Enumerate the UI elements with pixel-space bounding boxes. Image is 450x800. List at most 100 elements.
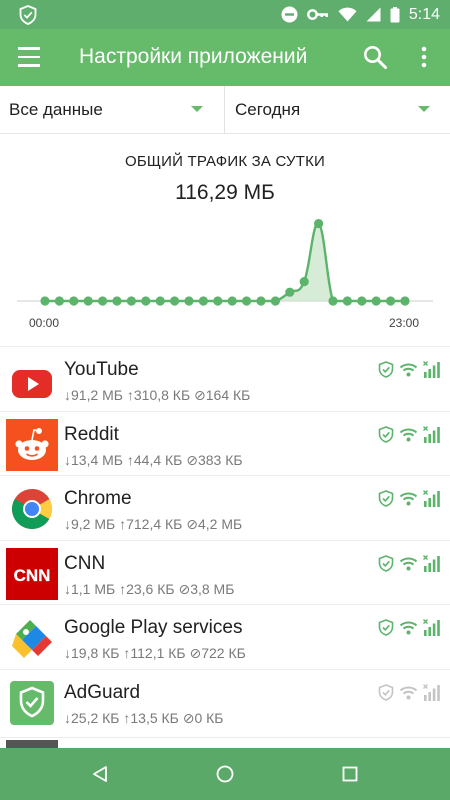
traffic-plot xyxy=(17,218,433,306)
app-list: YouTube ↓91,2 МБ ↑310,8 КБ ⊘164 КБ Reddi… xyxy=(0,346,450,734)
more-options-icon[interactable] xyxy=(419,46,429,68)
menu-icon[interactable] xyxy=(18,45,44,69)
app-name: CNN xyxy=(64,552,106,574)
x-axis-start-label: 00:00 xyxy=(29,316,60,330)
shield-icon[interactable] xyxy=(378,490,394,508)
chart-point xyxy=(256,296,266,306)
wifi-icon[interactable] xyxy=(399,427,418,442)
chart-point xyxy=(342,296,352,306)
app-traffic-stats: ↓9,2 МБ ↑712,4 КБ ⊘4,2 МБ xyxy=(64,516,243,533)
filter-bar: Все данные Сегодня xyxy=(0,86,450,134)
status-bar: 5:14 xyxy=(0,0,450,29)
recents-icon[interactable] xyxy=(341,765,359,783)
back-icon[interactable] xyxy=(91,765,109,783)
adguard-status-icon xyxy=(19,5,37,25)
wifi-icon[interactable] xyxy=(399,620,418,635)
mobile-data-icon[interactable] xyxy=(423,554,441,572)
chart-point xyxy=(314,218,324,229)
x-axis-end-label: 23:00 xyxy=(389,316,420,330)
chart-point xyxy=(328,296,338,306)
dropdown-arrow-icon xyxy=(418,106,430,112)
wifi-icon[interactable] xyxy=(399,556,418,571)
chart-point xyxy=(386,296,396,306)
app-name: YouTube xyxy=(64,359,139,380)
wifi-icon[interactable] xyxy=(399,362,418,377)
search-icon[interactable] xyxy=(362,44,388,70)
mobile-data-icon[interactable] xyxy=(423,490,441,508)
app-row-youtube[interactable]: YouTube ↓91,2 МБ ↑310,8 КБ ⊘164 КБ xyxy=(0,346,450,411)
shield-icon[interactable] xyxy=(378,554,394,572)
chart-point xyxy=(155,296,165,306)
chart-point xyxy=(83,296,93,306)
app-row-adguard[interactable]: AdGuard ↓25,2 КБ ↑13,5 КБ ⊘0 КБ xyxy=(0,668,450,734)
chart-point xyxy=(54,296,64,306)
battery-icon xyxy=(390,6,400,22)
wifi-status-icon xyxy=(338,7,357,22)
app-traffic-stats: ↓19,8 КБ ↑112,1 КБ ⊘722 КБ xyxy=(64,645,246,662)
cell-signal-icon xyxy=(366,7,381,22)
chart-point xyxy=(371,296,381,306)
chart-point xyxy=(227,296,237,306)
app-protection-toggles xyxy=(378,554,441,572)
page-title: Настройки приложений xyxy=(79,45,308,68)
app-name: AdGuard xyxy=(64,681,141,703)
shield-icon[interactable] xyxy=(378,425,394,443)
svg-text:CNN: CNN xyxy=(14,566,51,585)
chart-point xyxy=(98,296,108,306)
app-protection-toggles xyxy=(378,361,441,378)
mobile-data-icon[interactable] xyxy=(423,361,441,378)
chart-series-line xyxy=(45,222,405,303)
reddit-icon xyxy=(6,418,58,471)
app-traffic-stats: ↓1,1 МБ ↑23,6 КБ ⊘3,8 МБ xyxy=(64,580,235,597)
chart-point xyxy=(126,296,136,306)
chart-point xyxy=(270,296,280,306)
play-services-icon xyxy=(12,620,52,659)
chart-point xyxy=(400,296,410,306)
app-row-google-play-services[interactable]: Google Play services ↓19,8 КБ ↑112,1 КБ … xyxy=(0,604,450,669)
app-row-chrome[interactable]: Chrome ↓9,2 МБ ↑712,4 КБ ⊘4,2 МБ xyxy=(0,475,450,540)
chart-point xyxy=(198,296,208,306)
traffic-chart: ОБЩИЙ ТРАФИК ЗА СУТКИ 116,29 МБ 00:00 23… xyxy=(0,135,450,345)
chart-point xyxy=(69,296,79,306)
wifi-icon[interactable] xyxy=(399,491,418,506)
chart-area-fill xyxy=(45,223,405,301)
chart-point xyxy=(285,287,295,297)
shield-icon[interactable] xyxy=(378,684,394,701)
app-row-cnn[interactable]: CNN CNN ↓1,1 МБ ↑23,6 КБ ⊘3,8 МБ xyxy=(0,539,450,605)
mobile-data-icon[interactable] xyxy=(423,425,441,443)
chart-point xyxy=(170,296,180,306)
chart-point xyxy=(40,296,50,306)
chart-point xyxy=(112,296,122,306)
chart-point xyxy=(242,296,252,306)
dropdown-arrow-icon xyxy=(191,106,203,112)
shield-icon[interactable] xyxy=(378,361,394,378)
app-protection-toggles xyxy=(378,425,441,443)
home-icon[interactable] xyxy=(216,765,234,783)
status-time: 5:14 xyxy=(408,5,440,23)
vpn-key-icon xyxy=(306,9,328,20)
app-protection-toggles xyxy=(378,683,441,701)
app-bar: Настройки приложений xyxy=(0,29,450,86)
chart-point xyxy=(141,296,151,306)
period-label: Сегодня xyxy=(235,100,301,119)
data-type-dropdown[interactable]: Все данные xyxy=(0,86,225,133)
shield-icon[interactable] xyxy=(378,619,394,637)
app-traffic-stats: ↓13,4 МБ ↑44,4 КБ ⊘383 КБ xyxy=(64,451,243,468)
app-protection-toggles xyxy=(378,490,441,508)
app-protection-toggles xyxy=(378,619,441,637)
data-type-label: Все данные xyxy=(9,100,103,119)
app-name: Chrome xyxy=(64,488,132,510)
chart-point xyxy=(184,296,194,306)
wifi-icon[interactable] xyxy=(399,685,418,700)
adguard-icon xyxy=(10,680,54,725)
app-row-reddit[interactable]: Reddit ↓13,4 МБ ↑44,4 КБ ⊘383 КБ xyxy=(0,410,450,476)
mobile-data-icon[interactable] xyxy=(423,619,441,637)
period-dropdown[interactable]: Сегодня xyxy=(226,86,450,133)
chrome-icon xyxy=(12,489,52,530)
navigation-bar xyxy=(0,748,450,800)
app-name: Reddit xyxy=(64,423,119,445)
do-not-disturb-icon xyxy=(281,6,298,23)
chart-point xyxy=(357,296,367,306)
app-traffic-stats: ↓25,2 КБ ↑13,5 КБ ⊘0 КБ xyxy=(64,709,224,726)
mobile-data-icon[interactable] xyxy=(423,683,441,701)
